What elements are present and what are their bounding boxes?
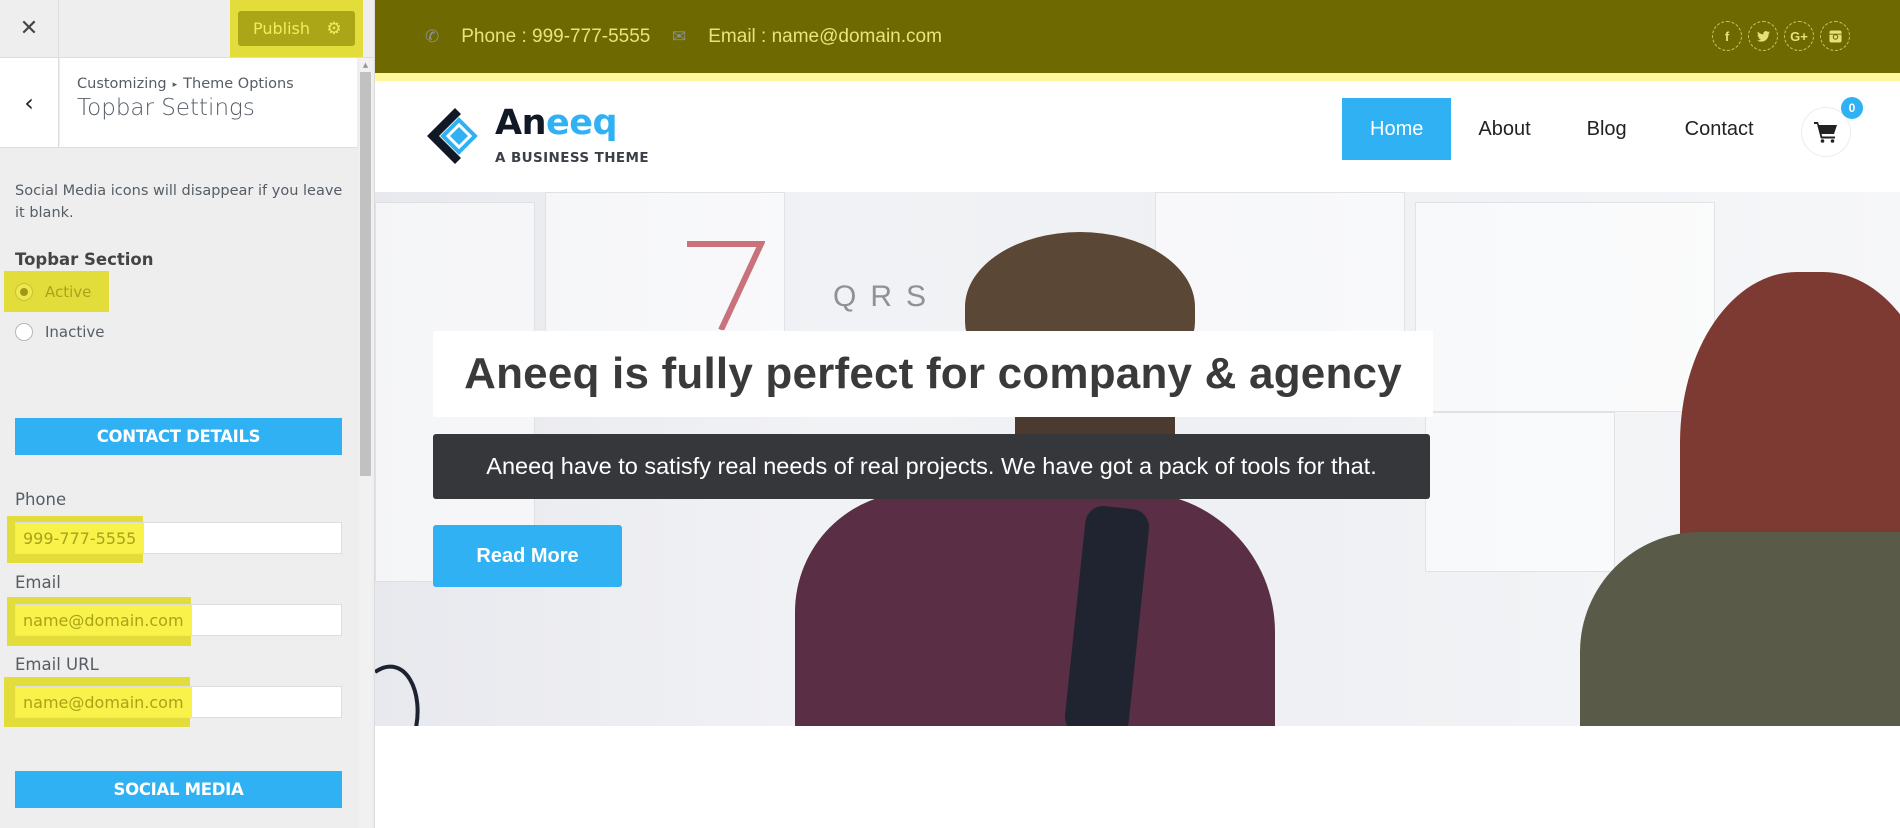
- cart-icon: [1814, 122, 1837, 143]
- section-header: ‹ Customizing ▸ Theme Options Topbar Setti…: [0, 58, 357, 149]
- site-topbar: ✆ Phone : 999-777-5555 ✉ Email : name@do…: [375, 0, 1900, 73]
- logo-mark-icon: [427, 108, 478, 164]
- email-input[interactable]: [15, 604, 342, 636]
- hero-person-man-shirt: [795, 492, 1275, 726]
- radio-button-checked[interactable]: [15, 283, 33, 301]
- hero-subtitle-box: Aneeq have to satisfy real needs of real…: [433, 434, 1430, 499]
- section-title: Topbar Settings: [77, 95, 255, 121]
- email-url-input[interactable]: [15, 686, 342, 718]
- breadcrumb-separator-icon: ▸: [172, 80, 178, 90]
- topbar-email: ✉ Email : name@domain.com: [672, 0, 942, 73]
- hero-headline-box: Aneeq is fully perfect for company & age…: [433, 331, 1433, 417]
- social-icons: f G+: [1712, 21, 1850, 51]
- site-logo[interactable]: Aneeq A BUSINESS THEME: [425, 103, 655, 173]
- logo-name-blue: eeq: [546, 103, 618, 143]
- nav-item-blog[interactable]: Blog: [1560, 98, 1654, 160]
- section-title-box: Customizing ▸ Theme Options Topbar Setting…: [60, 58, 357, 148]
- phone-label: Phone: [15, 490, 67, 509]
- hero-bg-cable: [375, 664, 420, 726]
- envelope-icon: ✉: [672, 26, 687, 46]
- publish-label: Publish: [253, 19, 311, 38]
- topbar-phone: ✆ Phone : 999-777-5555: [425, 0, 650, 73]
- breadcrumb-parent: Theme Options: [183, 76, 294, 92]
- facebook-icon[interactable]: f: [1712, 21, 1742, 51]
- close-customizer-button[interactable]: ✕: [0, 0, 59, 57]
- radio-dot: [20, 288, 28, 296]
- hero-bg-paper: [1425, 412, 1615, 572]
- logo-tagline: A BUSINESS THEME: [495, 150, 649, 166]
- gear-icon[interactable]: ⚙: [323, 19, 345, 39]
- radio-active[interactable]: Active: [15, 283, 91, 301]
- section-description: Social Media icons will disappear if you…: [15, 183, 343, 221]
- radio-active-label: Active: [45, 283, 92, 301]
- phone-input[interactable]: [15, 522, 342, 554]
- contact-details-heading: CONTACT DETAILS: [15, 418, 342, 455]
- topbar-section-label: Topbar Section: [15, 250, 154, 269]
- hero-person-woman-jacket: [1580, 532, 1900, 726]
- hero-slider: QRS Aneeq is fully perfect for company &…: [375, 192, 1900, 726]
- cart-count-badge: 0: [1841, 97, 1863, 119]
- hero-headline: Aneeq is fully perfect for company & age…: [464, 349, 1402, 398]
- customizer-header: ✕ Publish ⚙: [0, 0, 374, 58]
- publish-button[interactable]: Publish ⚙: [238, 11, 355, 46]
- nav-item-home[interactable]: Home: [1342, 98, 1452, 160]
- scrollbar-thumb[interactable]: [360, 72, 371, 476]
- breadcrumb-root: Customizing: [77, 76, 167, 92]
- twitter-icon[interactable]: [1748, 21, 1778, 51]
- radio-inactive-label: Inactive: [45, 323, 105, 341]
- hero-bg-figure-seven: [687, 241, 765, 330]
- nav-item-about[interactable]: About: [1451, 98, 1557, 160]
- site-header: Aneeq A BUSINESS THEME Home About Blog C…: [375, 81, 1900, 192]
- scroll-up-icon[interactable]: ▲: [359, 58, 372, 72]
- topbar-accent-strip: [375, 73, 1900, 81]
- hero-subtitle: Aneeq have to satisfy real needs of real…: [486, 453, 1377, 479]
- logo-name-dark: An: [495, 103, 547, 143]
- topbar-email-text[interactable]: Email : name@domain.com: [708, 26, 942, 48]
- read-more-button[interactable]: Read More: [433, 525, 622, 587]
- sidebar-scrollbar[interactable]: ▲: [359, 58, 372, 828]
- close-icon: ✕: [19, 16, 39, 41]
- radio-inactive[interactable]: Inactive: [15, 323, 105, 341]
- logo-name: Aneeq: [495, 103, 618, 143]
- email-url-label: Email URL: [15, 655, 99, 674]
- main-nav: Home About Blog Contact: [1342, 98, 1781, 160]
- radio-button-unchecked[interactable]: [15, 323, 33, 341]
- site-preview: ✆ Phone : 999-777-5555 ✉ Email : name@do…: [375, 0, 1900, 828]
- breadcrumb: Customizing ▸ Theme Options: [77, 76, 357, 92]
- phone-icon: ✆: [425, 26, 440, 46]
- chevron-left-icon: ‹: [24, 88, 34, 117]
- back-button[interactable]: ‹: [0, 58, 59, 148]
- topbar-phone-text: Phone : 999-777-5555: [461, 25, 651, 47]
- google-plus-icon[interactable]: G+: [1784, 21, 1814, 51]
- customizer-sidebar: ✕ Publish ⚙ ‹ Customizing ▸ Theme Options …: [0, 0, 375, 828]
- hero-bg-paper: [1415, 202, 1715, 412]
- social-media-heading[interactable]: SOCIAL MEDIA: [15, 771, 342, 808]
- email-label: Email: [15, 573, 61, 592]
- nav-item-contact[interactable]: Contact: [1658, 98, 1781, 160]
- hero-bg-letters: QRS: [833, 280, 941, 313]
- instagram-icon[interactable]: [1820, 21, 1850, 51]
